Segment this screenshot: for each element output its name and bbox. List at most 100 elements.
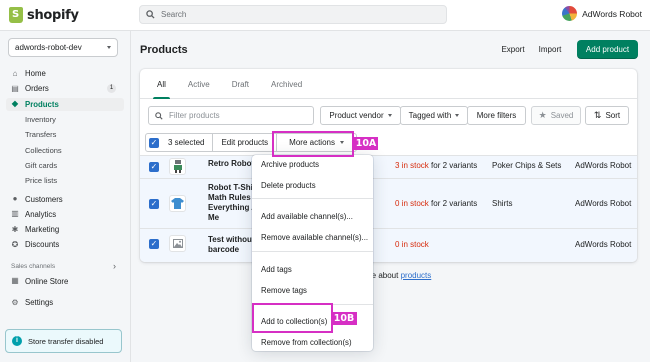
sidebar-item-price-lists[interactable]: Price lists [0,173,131,188]
row-checkbox[interactable]: ✓ [149,239,159,249]
sidebar-item-label: Discounts [25,240,60,250]
table-row[interactable]: ✓ Test without barcode 0 in stock AdWord… [140,228,637,262]
product-vendor-filter[interactable]: Product vendor [320,106,401,125]
product-type: Shirts [492,199,513,208]
sidebar-item-customers[interactable]: ● Customers [0,191,131,206]
star-icon: ★ [538,110,547,120]
tab-archived[interactable]: Archived [260,69,313,99]
sidebar-item-orders[interactable]: ▤ Orders 1 [0,81,131,96]
store-selector-label: adwords-robot-dev [15,43,82,52]
shopify-logo[interactable]: shopify [9,7,79,23]
edit-products-button[interactable]: Edit products [212,133,278,152]
stock-quantity: 0 in stock [395,240,429,249]
sidebar-item-label: Collections [25,145,62,155]
saved-button[interactable]: ★ Saved [531,106,581,125]
search-bar[interactable] [139,5,447,24]
store-avatar [562,6,578,21]
sidebar-item-online-store[interactable]: ▦ Online Store [0,274,131,289]
row-checkbox[interactable]: ✓ [149,162,159,172]
sidebar-item-label: Orders [25,84,49,94]
stock-quantity: 3 in stock [395,161,429,170]
store-selector[interactable]: adwords-robot-dev [8,38,118,57]
annotation-10a-highlight [272,131,354,157]
image-placeholder-icon [172,239,183,248]
sidebar-item-settings[interactable]: ⚙ Settings [0,295,131,310]
product-vendor: AdWords Robot [575,199,632,208]
analytics-icon: ▥ [11,209,19,219]
search-input[interactable] [161,10,421,19]
sidebar-nav: ⌂ Home ▤ Orders 1 ◆ Products Inventory T… [0,66,131,310]
learn-more-prefix: re about [369,271,401,280]
caret-down-icon [387,114,392,117]
orders-icon: ▤ [11,83,19,93]
product-thumbnail [169,158,186,175]
sidebar-item-label: Analytics [25,209,57,219]
tagged-with-filter[interactable]: Tagged with [400,106,468,125]
add-product-button[interactable]: Add product [577,40,638,59]
brand-name: shopify [27,7,79,23]
export-button[interactable]: Export [497,41,529,58]
saved-label: Saved [550,111,574,120]
tag-icon: ◆ [11,99,19,109]
menu-item-remove-channels[interactable]: Remove available channel(s)... [252,230,373,244]
store-name: AdWords Robot [582,8,642,19]
sidebar-item-gift-cards[interactable]: Gift cards [0,158,131,173]
sales-channels-header[interactable]: Sales channels › [0,259,131,274]
product-type: Poker Chips & Sets [492,161,562,170]
sidebar-item-transfers[interactable]: Transfers [0,127,131,142]
tab-all[interactable]: All [146,69,177,99]
menu-item-remove-tags[interactable]: Remove tags [252,283,373,297]
orders-count-badge: 1 [107,84,116,94]
row-checkbox[interactable]: ✓ [149,199,159,209]
robot-icon [173,160,182,173]
search-icon [155,111,163,120]
tshirt-icon [171,198,184,209]
filter-field[interactable] [148,106,314,125]
sidebar-item-home[interactable]: ⌂ Home [0,66,131,81]
product-inventory: 3 in stock for 2 variants [395,161,477,170]
sidebar-item-inventory[interactable]: Inventory [0,112,131,127]
menu-item-archive-products[interactable]: Archive products [252,157,373,171]
sidebar-item-label: Online Store [25,276,69,286]
tab-active[interactable]: Active [177,69,221,99]
sidebar-item-label: Inventory [25,115,56,125]
menu-item-delete-products[interactable]: Delete products [252,178,373,192]
sort-label: Sort [605,111,621,120]
product-vendor: AdWords Robot [575,240,632,249]
sort-button[interactable]: ⇅ Sort [585,106,629,125]
gear-icon: ⚙ [11,297,19,307]
menu-item-remove-from-collections[interactable]: Remove from collection(s) [252,335,373,349]
page-title: Products [140,44,188,56]
menu-item-add-tags[interactable]: Add tags [252,262,373,276]
tab-draft[interactable]: Draft [221,69,260,99]
store-transfer-notice: i Store transfer disabled [5,329,122,353]
marketing-icon: ✱ [11,224,19,234]
import-button[interactable]: Import [535,41,565,58]
checkbox-checked-icon[interactable]: ✓ [149,137,159,148]
chevron-down-icon [107,46,111,49]
sidebar-item-label: Home [25,69,46,79]
stock-suffix: for 2 variants [428,199,478,208]
filter-products-input[interactable] [169,111,309,120]
sidebar-item-analytics[interactable]: ▥ Analytics [0,207,131,222]
store-menu[interactable]: AdWords Robot [562,6,642,21]
learn-more-link[interactable]: products [401,271,432,280]
sidebar-item-marketing[interactable]: ✱ Marketing [0,222,131,237]
product-vendor-label: Product vendor [329,111,384,120]
sidebar-item-label: Price lists [25,176,58,186]
sidebar-item-collections[interactable]: Collections [0,142,131,157]
stock-quantity: 0 in stock [395,199,429,208]
select-all-control[interactable]: ✓ 3 selected [145,133,214,152]
search-icon [146,10,155,19]
product-thumbnail [169,235,186,252]
sidebar-item-discounts[interactable]: ✪ Discounts [0,237,131,252]
home-icon: ⌂ [12,68,18,78]
menu-item-add-channels[interactable]: Add available channel(s)... [252,209,373,223]
menu-divider [252,251,373,252]
annotation-10b-label: 10B [331,312,357,325]
product-thumbnail [169,195,186,212]
more-filters-button[interactable]: More filters [467,106,526,125]
table-row[interactable]: ✓ Robot T-Shirt Math Rules Everything A … [140,178,637,228]
sidebar-item-products[interactable]: ◆ Products [0,97,131,112]
table-row[interactable]: ✓ Retro Robot 3 in stock for 2 variants … [140,155,637,178]
